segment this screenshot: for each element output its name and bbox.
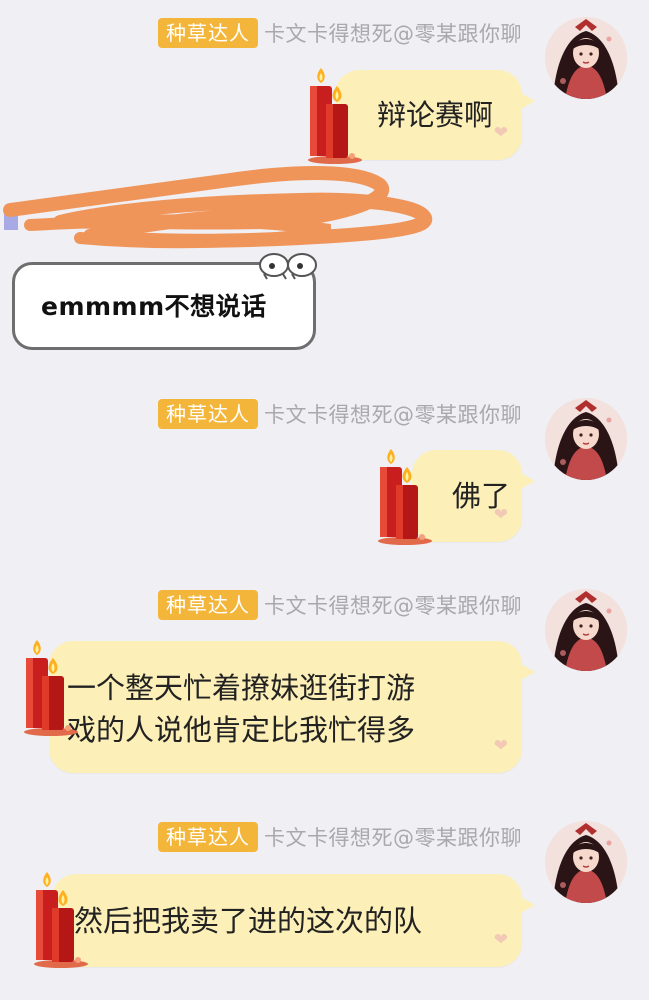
member-badge: 种草达人 — [158, 18, 258, 48]
incoming-message-text: emmmm不想说话 — [41, 292, 267, 321]
sender-nickname[interactable]: 卡文卡得想死@零某跟你聊 — [264, 822, 522, 852]
message-text-line-1: 一个整天忙着撩妹逛街打游 — [67, 671, 416, 705]
heart-icon: ❤ — [493, 736, 508, 756]
member-badge: 种草达人 — [158, 822, 258, 852]
message-text-line-2: 戏的人说他肯定比我忙得多 — [67, 713, 416, 747]
sender-meta: 种草达人 卡文卡得想死@零某跟你聊 — [158, 589, 522, 621]
member-badge: 种草达人 — [158, 590, 258, 620]
heart-icon: ❤ — [493, 123, 508, 143]
sender-nickname[interactable]: 卡文卡得想死@零某跟你聊 — [264, 18, 522, 48]
message-bubble[interactable]: 然后把我卖了进的这次的队 ❤ — [52, 874, 535, 967]
bubble-tail — [519, 472, 535, 490]
avatar[interactable] — [545, 398, 627, 480]
message-bubble[interactable]: 一个整天忙着撩妹逛街打游 戏的人说他肯定比我忙得多 ❤ — [49, 641, 535, 773]
sender-meta: 种草达人 卡文卡得想死@零某跟你聊 — [158, 398, 522, 430]
avatar[interactable] — [545, 17, 627, 99]
message-text: 然后把我卖了进的这次的队 — [74, 904, 423, 938]
bubble-tail — [519, 896, 535, 914]
member-badge: 种草达人 — [158, 399, 258, 429]
sender-meta: 种草达人 卡文卡得想死@零某跟你聊 — [158, 17, 522, 49]
scribble-redaction — [3, 166, 432, 249]
sender-meta: 种草达人 卡文卡得想死@零某跟你聊 — [158, 821, 522, 853]
message-text: 辩论赛啊 — [377, 98, 494, 132]
avatar[interactable] — [545, 589, 627, 671]
candle-sticker-icon — [22, 636, 80, 740]
avatar[interactable] — [545, 821, 627, 903]
heart-icon: ❤ — [493, 505, 508, 525]
bubble-tail — [519, 663, 535, 681]
sender-nickname[interactable]: 卡文卡得想死@零某跟你聊 — [264, 590, 522, 620]
candle-sticker-icon — [376, 445, 434, 549]
candle-sticker-icon — [32, 868, 90, 972]
sender-nickname[interactable]: 卡文卡得想死@零某跟你聊 — [264, 399, 522, 429]
eyes-sticker-icon — [259, 253, 317, 280]
bubble-tail — [519, 92, 535, 110]
heart-icon: ❤ — [493, 930, 508, 950]
